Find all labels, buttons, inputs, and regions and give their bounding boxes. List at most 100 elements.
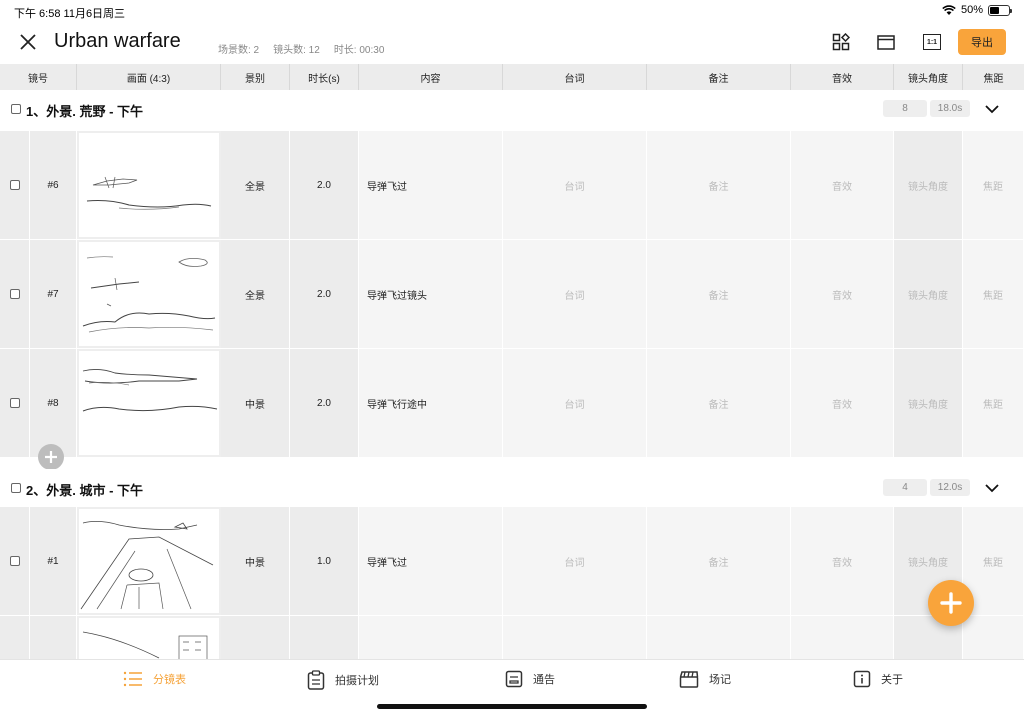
shot-content-cell[interactable] xyxy=(359,616,503,659)
scene-header[interactable]: 1、外景. 荒野 - 下午 8 18.0s xyxy=(0,90,1024,128)
table-row[interactable]: #7 全景 2.0 导弹飞过镜头 台词 备注 音效 镜头角度 焦距 xyxy=(0,240,1024,348)
scene-checkbox[interactable] xyxy=(11,104,21,114)
focal-cell[interactable] xyxy=(963,616,1024,659)
sound-cell[interactable] xyxy=(791,616,894,659)
wifi-icon xyxy=(942,4,956,15)
shot-duration[interactable]: 1.0 xyxy=(290,507,359,615)
grid-icon xyxy=(832,33,850,51)
shot-size[interactable]: 全景 xyxy=(221,240,290,348)
row-checkbox[interactable] xyxy=(9,289,20,299)
close-icon[interactable] xyxy=(18,32,38,52)
shot-duration-cell[interactable] xyxy=(290,616,359,659)
shot-content[interactable]: 导弹飞过 xyxy=(359,507,503,615)
notes-field[interactable]: 备注 xyxy=(647,507,791,615)
dialogue-field[interactable]: 台词 xyxy=(503,131,647,239)
chevron-down-icon[interactable] xyxy=(984,102,1000,116)
top-bar: Urban warfare 场景数: 2 镜头数: 12 时长: 00:30 1… xyxy=(0,22,1024,64)
tab-label: 场记 xyxy=(709,674,731,686)
col-frame: 画面 (4:3) xyxy=(77,64,221,90)
angle-field[interactable]: 镜头角度 xyxy=(894,349,963,457)
storyboard-sketch[interactable] xyxy=(79,133,219,237)
tab-notice[interactable]: 通告 xyxy=(505,670,555,688)
tab-label: 通告 xyxy=(533,674,555,686)
sound-field[interactable]: 音效 xyxy=(791,507,894,615)
grid-view-button[interactable] xyxy=(829,30,853,54)
shot-number: #6 xyxy=(30,131,77,239)
frame-cell[interactable] xyxy=(77,240,221,348)
frame-cell[interactable] xyxy=(77,131,221,239)
col-notes: 备注 xyxy=(647,64,791,90)
notes-field[interactable]: 备注 xyxy=(647,240,791,348)
shot-duration[interactable]: 2.0 xyxy=(290,131,359,239)
notes-field[interactable]: 备注 xyxy=(647,349,791,457)
sound-field[interactable]: 音效 xyxy=(791,349,894,457)
shot-size[interactable]: 中景 xyxy=(221,349,290,457)
table-row[interactable] xyxy=(0,616,1024,659)
scene-shot-count: 4 xyxy=(883,479,927,496)
ratio-icon: 1:1 xyxy=(923,34,941,50)
export-button[interactable]: 导出 xyxy=(958,29,1006,55)
clapperboard-icon xyxy=(679,671,699,688)
col-shot-no: 镜号 xyxy=(0,64,77,90)
angle-field[interactable]: 镜头角度 xyxy=(894,131,963,239)
storyboard-sketch[interactable] xyxy=(79,351,219,455)
frame-cell[interactable] xyxy=(77,616,221,659)
shot-content[interactable]: 导弹飞过 xyxy=(359,131,503,239)
chevron-down-icon[interactable] xyxy=(984,481,1000,495)
shot-duration[interactable]: 2.0 xyxy=(290,349,359,457)
scene-header[interactable]: 2、外景. 城市 - 下午 4 12.0s xyxy=(0,469,1024,507)
notes-cell[interactable] xyxy=(647,616,791,659)
window-icon xyxy=(877,35,895,50)
aspect-ratio-button[interactable]: 1:1 xyxy=(920,30,944,54)
shot-content[interactable]: 导弹飞过镜头 xyxy=(359,240,503,348)
notes-field[interactable]: 备注 xyxy=(647,131,791,239)
scene-shot-count: 8 xyxy=(883,100,927,117)
dialogue-field[interactable]: 台词 xyxy=(503,240,647,348)
frame-cell[interactable] xyxy=(77,349,221,457)
shot-size[interactable]: 全景 xyxy=(221,131,290,239)
sound-field[interactable]: 音效 xyxy=(791,131,894,239)
row-checkbox[interactable] xyxy=(9,398,20,408)
home-indicator[interactable] xyxy=(377,704,647,709)
storyboard-sketch[interactable] xyxy=(79,618,219,659)
tab-label: 拍摄计划 xyxy=(335,675,379,687)
table-row[interactable]: #8 中景 2.0 导弹飞行途中 台词 备注 音效 镜头角度 焦距 xyxy=(0,349,1024,457)
shot-size-cell[interactable] xyxy=(221,616,290,659)
col-dialogue: 台词 xyxy=(503,64,647,90)
shot-duration[interactable]: 2.0 xyxy=(290,240,359,348)
scene-checkbox[interactable] xyxy=(11,483,21,493)
col-content: 内容 xyxy=(359,64,503,90)
angle-field[interactable]: 镜头角度 xyxy=(894,240,963,348)
focal-field[interactable]: 焦距 xyxy=(963,131,1024,239)
dialogue-field[interactable]: 台词 xyxy=(503,507,647,615)
scene-title: 2、外景. 城市 - 下午 xyxy=(26,483,144,498)
row-checkbox[interactable] xyxy=(9,180,20,190)
shot-size[interactable]: 中景 xyxy=(221,507,290,615)
table-row[interactable]: #6 全景 2.0 导弹飞过 台词 备注 音效 镜头角度 焦距 xyxy=(0,131,1024,239)
page-title: Urban warfare xyxy=(54,30,181,52)
dialogue-field[interactable]: 台词 xyxy=(503,349,647,457)
add-shot-button[interactable] xyxy=(38,444,64,470)
row-checkbox[interactable] xyxy=(9,556,20,566)
focal-field[interactable]: 焦距 xyxy=(963,240,1024,348)
focal-field[interactable]: 焦距 xyxy=(963,349,1024,457)
col-shot-size: 景别 xyxy=(221,64,290,90)
shot-number-cell xyxy=(30,616,77,659)
tab-storyboard[interactable]: 分镜表 xyxy=(123,670,186,688)
shot-content[interactable]: 导弹飞行途中 xyxy=(359,349,503,457)
storyboard-sketch[interactable] xyxy=(79,242,219,346)
total-duration: 时长: 00:30 xyxy=(333,45,385,56)
table-row[interactable]: #1 中景 1.0 导弹飞过 台词 备注 音效 镜头角度 焦距 xyxy=(0,507,1024,615)
sound-field[interactable]: 音效 xyxy=(791,240,894,348)
dialogue-cell[interactable] xyxy=(503,616,647,659)
storyboard-sketch[interactable] xyxy=(79,509,219,613)
frame-cell[interactable] xyxy=(77,507,221,615)
tab-shooting-plan[interactable]: 拍摄计划 xyxy=(307,670,379,690)
layout-button[interactable] xyxy=(874,30,898,54)
tab-script-log[interactable]: 场记 xyxy=(679,670,731,688)
tab-about[interactable]: 关于 xyxy=(853,670,903,688)
tab-label: 关于 xyxy=(881,674,903,686)
add-button[interactable] xyxy=(928,580,974,626)
col-angle: 镜头角度 xyxy=(894,64,963,90)
project-meta: 场景数: 2 镜头数: 12 时长: 00:30 xyxy=(218,41,384,56)
